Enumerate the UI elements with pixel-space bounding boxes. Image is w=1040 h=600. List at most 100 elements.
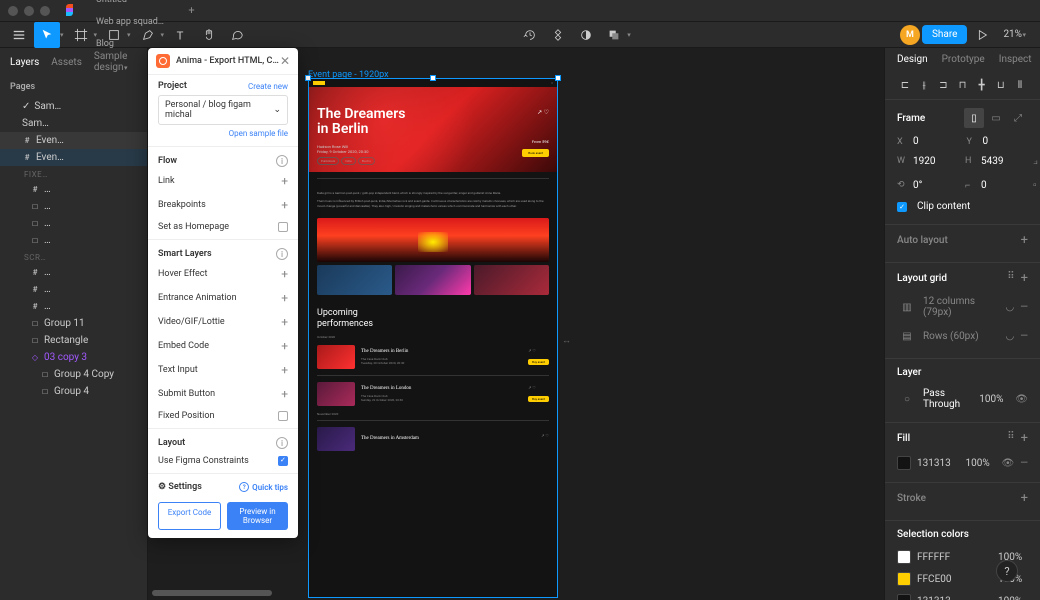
- page-item[interactable]: Sam…: [0, 115, 147, 132]
- project-select[interactable]: Personal / blog figam michal⌄: [158, 95, 288, 125]
- add-autolayout[interactable]: +: [1021, 233, 1028, 248]
- y-input[interactable]: [983, 136, 1027, 147]
- grid-remove[interactable]: —: [1020, 302, 1028, 313]
- layer-item[interactable]: ◇03 copy 3: [0, 349, 147, 366]
- move-tool[interactable]: [34, 22, 60, 48]
- layer-item[interactable]: □…: [0, 232, 147, 249]
- layer-item[interactable]: □…: [0, 198, 147, 215]
- mask-icon[interactable]: [573, 22, 599, 48]
- fill-styles-icon[interactable]: ⠿: [1007, 431, 1014, 446]
- remove-fill[interactable]: —: [1020, 458, 1028, 469]
- layer-item[interactable]: #…: [0, 281, 147, 298]
- pen-tool[interactable]: [135, 22, 161, 48]
- history-icon[interactable]: [517, 22, 543, 48]
- grid-styles-icon[interactable]: ⠿: [1007, 271, 1014, 286]
- add-grid[interactable]: +: [1021, 271, 1028, 286]
- text-tool[interactable]: T: [168, 22, 194, 48]
- figma-logo[interactable]: [66, 4, 80, 18]
- prototype-tab[interactable]: Prototype: [942, 54, 985, 65]
- align-top-icon[interactable]: ⊓: [954, 77, 970, 93]
- boolean-icon[interactable]: [601, 22, 627, 48]
- align-hcenter-icon[interactable]: ⫲: [916, 77, 932, 93]
- component-icon[interactable]: [545, 22, 571, 48]
- smart-textinput[interactable]: Text Input+: [148, 358, 298, 382]
- horizontal-scrollbar[interactable]: [152, 590, 272, 596]
- layers-tab[interactable]: Layers: [10, 57, 39, 68]
- layer-item[interactable]: #…: [0, 298, 147, 315]
- open-sample-link[interactable]: Open sample file: [158, 129, 288, 138]
- grid-vis-icon[interactable]: ◡: [1005, 302, 1014, 313]
- x-input[interactable]: [913, 136, 957, 147]
- radius-input[interactable]: [981, 180, 1025, 191]
- color-swatch[interactable]: [897, 594, 911, 600]
- add-fill[interactable]: +: [1021, 431, 1028, 446]
- smart-fixed[interactable]: Fixed Position: [148, 406, 298, 426]
- smart-entrance[interactable]: Entrance Animation+: [148, 286, 298, 310]
- info-icon[interactable]: i: [276, 437, 288, 449]
- flow-breakpoints[interactable]: Breakpoints+: [148, 193, 298, 217]
- layer-item[interactable]: #Even…: [0, 132, 147, 149]
- quick-tips-link[interactable]: ?Quick tips: [239, 482, 288, 492]
- color-swatch[interactable]: [897, 572, 911, 586]
- constrain-icon[interactable]: ⟓: [1033, 151, 1038, 171]
- frame-orient-landscape[interactable]: ▭: [986, 108, 1006, 128]
- clip-checkbox[interactable]: ✓: [897, 202, 907, 212]
- layer-item[interactable]: #Even…: [0, 149, 147, 166]
- layout-constraints[interactable]: Use Figma Constraints: [148, 451, 298, 471]
- independent-corners-icon[interactable]: ▫: [1033, 175, 1037, 195]
- visibility-icon[interactable]: 👁: [1001, 458, 1014, 469]
- frame-tool[interactable]: [68, 22, 94, 48]
- layer-item[interactable]: □Group 4: [0, 383, 147, 400]
- hand-tool[interactable]: [196, 22, 222, 48]
- visibility-icon[interactable]: 👁: [1015, 394, 1028, 405]
- smart-video[interactable]: Video/GIF/Lottie+: [148, 310, 298, 334]
- grid-remove[interactable]: —: [1020, 331, 1028, 342]
- user-avatar[interactable]: M: [900, 25, 920, 45]
- info-icon[interactable]: i: [276, 155, 288, 167]
- frame-orient-portrait[interactable]: ▯: [964, 108, 984, 128]
- zoom-level[interactable]: 21% ▾: [997, 29, 1034, 40]
- create-new-link[interactable]: Create new: [248, 82, 288, 91]
- layer-item[interactable]: #…: [0, 264, 147, 281]
- close-icon[interactable]: ✕: [280, 54, 290, 68]
- export-code-button[interactable]: Export Code: [158, 502, 221, 530]
- settings-section[interactable]: Settings: [168, 482, 202, 492]
- align-vcenter-icon[interactable]: ╋: [974, 77, 990, 93]
- shape-tool[interactable]: [101, 22, 127, 48]
- layer-item[interactable]: #…: [0, 181, 147, 198]
- present-button[interactable]: [969, 22, 995, 48]
- distribute-icon[interactable]: ⫴: [1012, 77, 1028, 93]
- rotation-input[interactable]: [913, 180, 957, 191]
- frame-resize-fit[interactable]: ⤢: [1008, 108, 1028, 128]
- zoom-dot[interactable]: [40, 6, 50, 16]
- menu-button[interactable]: [6, 22, 32, 48]
- flow-homepage[interactable]: Set as Homepage: [148, 217, 298, 237]
- smart-hover[interactable]: Hover Effect+: [148, 262, 298, 286]
- layer-item[interactable]: □Group 4 Copy: [0, 366, 147, 383]
- comment-tool[interactable]: [224, 22, 250, 48]
- sample-design-tab[interactable]: Sample design ▾: [94, 51, 137, 73]
- preview-browser-button[interactable]: Preview in Browser: [227, 502, 288, 530]
- align-bottom-icon[interactable]: ⊔: [993, 77, 1009, 93]
- add-stroke[interactable]: +: [1021, 491, 1028, 506]
- smart-embed[interactable]: Embed Code+: [148, 334, 298, 358]
- w-input[interactable]: [913, 156, 957, 167]
- layer-item[interactable]: □…: [0, 215, 147, 232]
- close-dot[interactable]: [8, 6, 18, 16]
- page-item[interactable]: ✓ Sam…: [0, 98, 147, 115]
- assets-tab[interactable]: Assets: [51, 57, 82, 68]
- minimize-dot[interactable]: [24, 6, 34, 16]
- align-left-icon[interactable]: ⊏: [897, 77, 913, 93]
- flow-link[interactable]: Link+: [148, 169, 298, 193]
- color-swatch[interactable]: [897, 550, 911, 564]
- add-tab[interactable]: +: [180, 4, 202, 17]
- selected-frame[interactable]: ≡ ↗ ♡ The Dreamersin Berlin Hudson Rose …: [308, 78, 558, 598]
- share-button[interactable]: Share: [922, 25, 967, 44]
- help-button[interactable]: ?: [996, 560, 1018, 582]
- grid-vis-icon[interactable]: ◡: [1005, 331, 1014, 342]
- inspect-tab[interactable]: Inspect: [999, 54, 1032, 65]
- layer-item[interactable]: □Rectangle: [0, 332, 147, 349]
- smart-submit[interactable]: Submit Button+: [148, 382, 298, 406]
- layer-item[interactable]: □Group 11: [0, 315, 147, 332]
- info-icon[interactable]: i: [276, 248, 288, 260]
